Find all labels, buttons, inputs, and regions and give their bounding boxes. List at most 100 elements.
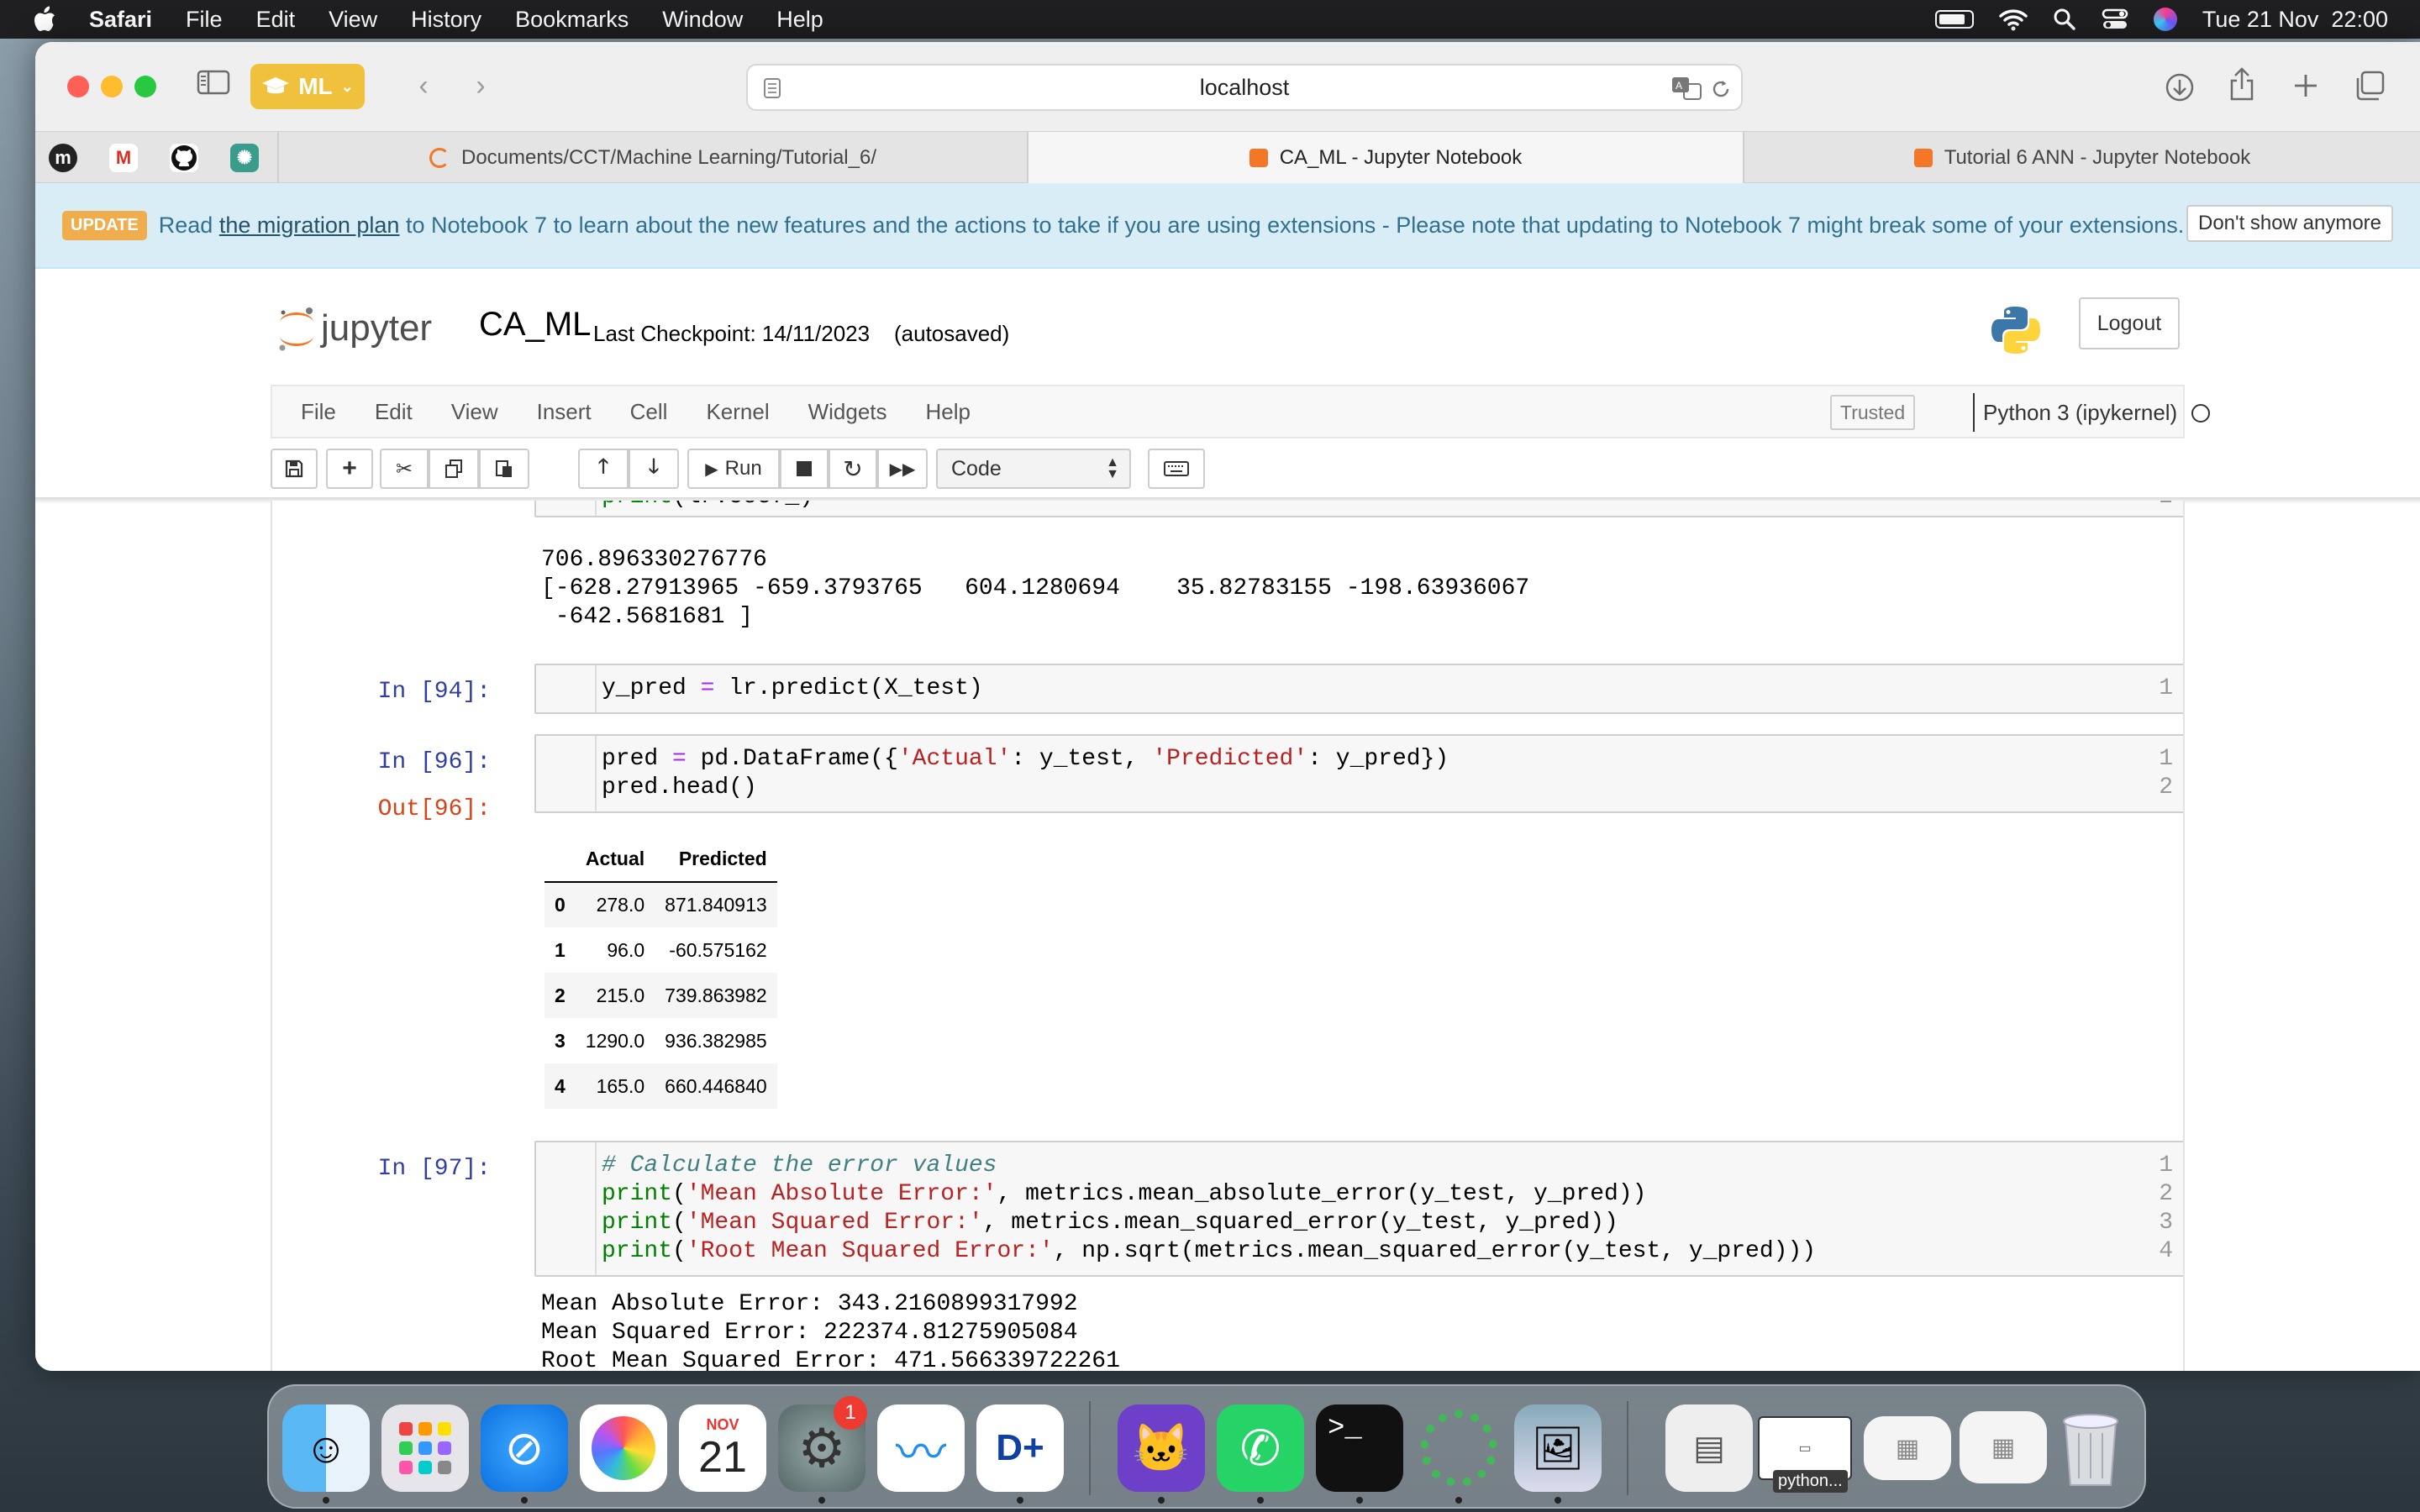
dock-minimized-window-icon[interactable]: ▦ xyxy=(1960,1411,2047,1483)
python-logo-icon xyxy=(1991,307,2040,354)
new-tab-icon[interactable] xyxy=(2292,72,2319,99)
stop-icon xyxy=(797,461,812,476)
spotlight-search-icon[interactable] xyxy=(2053,8,2076,31)
dock-terminal-icon[interactable]: >_ xyxy=(1316,1404,1403,1492)
nb-menu-widgets[interactable]: Widgets xyxy=(808,399,887,425)
menu-view[interactable]: View xyxy=(329,7,377,33)
downloads-icon[interactable] xyxy=(2165,72,2195,102)
keyboard-icon xyxy=(1164,461,1189,476)
notebook-name[interactable]: CA_ML xyxy=(479,306,591,344)
select-arrows-icon: ▲ ▼ xyxy=(1106,455,1119,481)
siri-icon[interactable] xyxy=(2153,8,2177,31)
menu-bookmarks[interactable]: Bookmarks xyxy=(515,7,629,33)
actual-cell: 278.0 xyxy=(596,894,645,916)
menu-history[interactable]: History xyxy=(411,7,481,33)
code-cell-94[interactable]: 1 y_pred = lr.predict(X_test) xyxy=(534,664,2183,714)
tab-overview-icon[interactable] xyxy=(2354,71,2385,101)
restart-kernel-button[interactable]: ↻ xyxy=(829,449,877,489)
code-line: pred.head() xyxy=(602,774,757,801)
window-minimize-button[interactable] xyxy=(101,76,123,97)
menubar-clock[interactable]: Tue 21 Nov 22:00 xyxy=(2202,7,2388,33)
nb-menu-insert[interactable]: Insert xyxy=(537,399,592,425)
move-down-button[interactable]: 🡓 xyxy=(629,449,679,489)
window-close-button[interactable] xyxy=(67,76,89,97)
cell-type-select[interactable]: Code ▲ ▼ xyxy=(936,449,1131,489)
wifi-icon[interactable] xyxy=(1999,8,2028,31)
nb-menu-help[interactable]: Help xyxy=(926,399,971,425)
pinned-tab-chatgpt-icon[interactable]: ✺ xyxy=(230,144,259,172)
dock-trash-icon[interactable] xyxy=(2047,1404,2134,1492)
copy-button[interactable] xyxy=(429,449,479,489)
dock-safari-icon[interactable]: ⊘ xyxy=(481,1404,568,1492)
run-button[interactable]: ▶ Run xyxy=(687,449,780,489)
window-zoom-button[interactable] xyxy=(134,76,156,97)
restart-run-all-button[interactable]: ▶▶ xyxy=(877,449,928,489)
dock-github-desktop-icon[interactable]: 🐱 xyxy=(1118,1404,1205,1492)
jupyter-logo[interactable]: jupyter xyxy=(276,304,432,353)
nb-menu-edit[interactable]: Edit xyxy=(375,399,413,425)
pinned-tab-gmail-icon[interactable]: M xyxy=(109,144,138,172)
menu-file[interactable]: File xyxy=(186,7,223,33)
dock-disney-icon[interactable]: D+ xyxy=(976,1404,1064,1492)
pinned-tab-m-icon[interactable]: m xyxy=(49,144,77,172)
interrupt-button[interactable] xyxy=(780,449,829,489)
forward-icon[interactable]: › xyxy=(462,69,499,106)
dock-photos-icon[interactable] xyxy=(580,1404,667,1492)
paste-button[interactable] xyxy=(479,449,529,489)
profile-button[interactable]: ML ⌄ xyxy=(250,64,365,109)
jupyter-favicon-icon xyxy=(429,148,450,168)
macos-menubar: Safari File Edit View History Bookmarks … xyxy=(0,0,2420,39)
page-content: UPDATE Read the migration plan to Notebo… xyxy=(35,183,2420,1371)
dock-minimized-window-icon[interactable]: ▦ xyxy=(1864,1416,1951,1480)
apple-icon[interactable] xyxy=(32,5,57,34)
dock-calendar-icon[interactable]: NOV 21 xyxy=(679,1404,766,1492)
dock-preview-icon[interactable]: 🖼 xyxy=(1514,1404,1602,1492)
control-center-icon[interactable] xyxy=(2102,8,2128,30)
dock-freeform-icon[interactable]: 〰 xyxy=(877,1404,965,1492)
nb-menu-kernel[interactable]: Kernel xyxy=(706,399,769,425)
command-palette-button[interactable] xyxy=(1148,449,1205,489)
tab-documents[interactable]: Documents/CCT/Machine Learning/Tutorial_… xyxy=(277,132,1027,184)
dock-whatsapp-icon[interactable]: ✆ xyxy=(1217,1404,1304,1492)
dock-finder-icon[interactable]: ☺ xyxy=(282,1404,370,1492)
line-gutter xyxy=(536,501,597,516)
menu-app-safari[interactable]: Safari xyxy=(89,7,152,33)
menu-edit[interactable]: Edit xyxy=(256,7,296,33)
translate-icon[interactable]: A xyxy=(1670,76,1702,101)
menu-window[interactable]: Window xyxy=(662,7,743,33)
dock-launchpad-icon[interactable] xyxy=(381,1404,469,1492)
url-text[interactable]: localhost xyxy=(1200,75,1290,101)
move-up-button[interactable]: 🡑 xyxy=(578,449,629,489)
dock-stack-documents-icon[interactable]: ▤ xyxy=(1665,1404,1753,1492)
run-label: Run xyxy=(724,457,762,480)
pinned-tab-github-icon[interactable] xyxy=(170,144,198,172)
tab-tutorial-ann[interactable]: Tutorial 6 ANN - Jupyter Notebook xyxy=(1743,132,2420,184)
cut-button[interactable]: ✂ xyxy=(380,449,429,489)
nb-menu-cell[interactable]: Cell xyxy=(630,399,668,425)
address-bar[interactable]: localhost A xyxy=(746,64,1743,111)
nb-menu-view[interactable]: View xyxy=(451,399,498,425)
trusted-indicator[interactable]: Trusted xyxy=(1830,395,1916,430)
nb-menu-file[interactable]: File xyxy=(301,399,336,425)
tab-ca-ml[interactable]: CA_ML - Jupyter Notebook xyxy=(1027,132,1743,184)
code-cell-97[interactable]: 1 2 3 4 # Calculate the error values pri… xyxy=(534,1141,2183,1277)
line-number: 3 xyxy=(2159,1210,2173,1236)
logout-button[interactable]: Logout xyxy=(2079,297,2180,349)
migration-plan-link[interactable]: the migration plan xyxy=(219,213,400,238)
menu-help[interactable]: Help xyxy=(776,7,823,33)
reload-icon[interactable] xyxy=(1711,79,1731,99)
play-icon: ▶ xyxy=(705,459,718,479)
sidebar-toggle-icon[interactable] xyxy=(195,69,232,106)
code-line: print('Mean Absolute Error:', metrics.me… xyxy=(602,1181,1647,1207)
table-row: 1 96.0 -60.575162 xyxy=(544,927,777,973)
code-line: print('Mean Squared Error:', metrics.mea… xyxy=(602,1210,1618,1236)
save-button[interactable] xyxy=(271,449,318,489)
code-cell-partial[interactable]: 2 print(lr.coef_) xyxy=(534,501,2183,517)
dont-show-anymore-button[interactable]: Don't show anymore xyxy=(2186,205,2393,242)
share-icon[interactable] xyxy=(2228,67,2255,102)
code-cell-96[interactable]: 1 2 pred = pd.DataFrame({'Actual': y_tes… xyxy=(534,734,2183,813)
back-icon[interactable]: ‹ xyxy=(405,69,442,106)
insert-cell-button[interactable]: + xyxy=(326,449,373,489)
dock-anaconda-icon[interactable] xyxy=(1415,1404,1502,1492)
battery-icon[interactable] xyxy=(1934,10,1974,29)
